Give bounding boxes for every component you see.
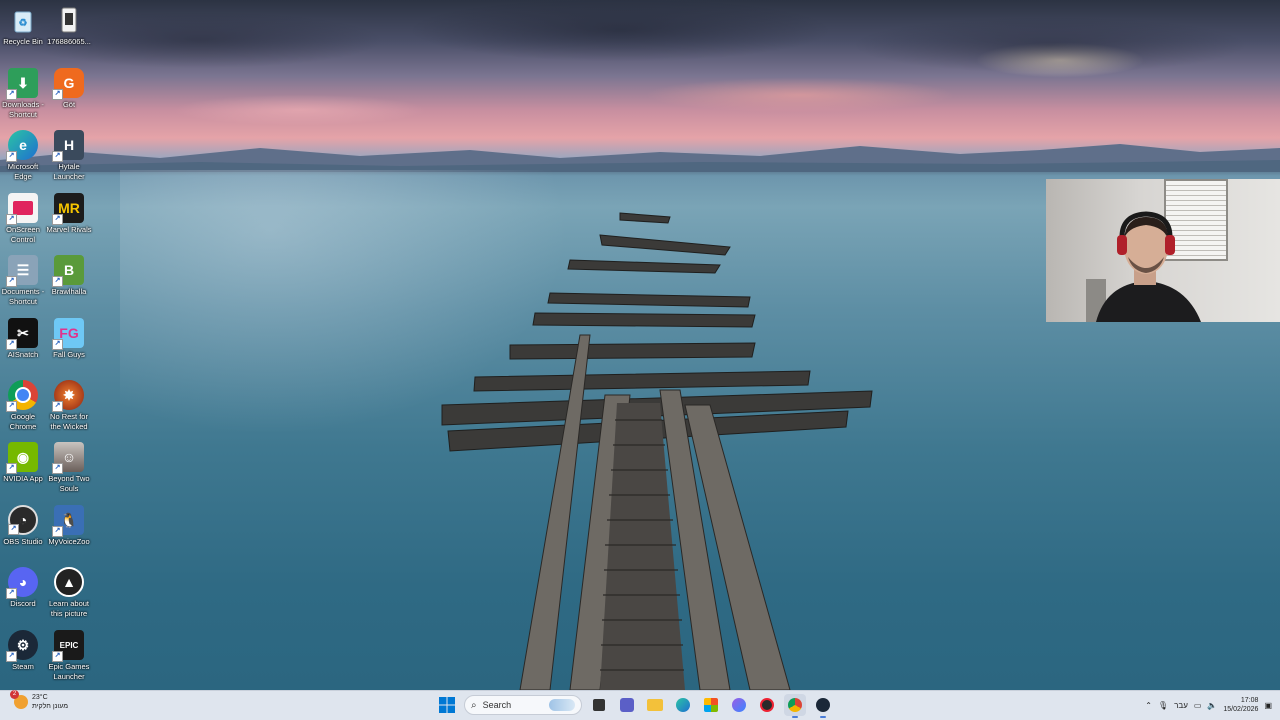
clock-time: 17:08: [1240, 697, 1259, 704]
onscreen-control-icon: ↗: [6, 193, 38, 225]
desktop-icon-edge[interactable]: e ↗ Microsoft Edge: [0, 130, 46, 181]
wooden-pier: [441, 212, 873, 690]
beyond-two-souls-icon: ☺ ↗: [52, 442, 84, 474]
volume-icon[interactable]: 🔈: [1207, 701, 1217, 710]
weather-temp: 23°C: [32, 694, 48, 701]
weather-widget[interactable]: 2 23°C מעונן חלקית: [10, 690, 69, 711]
chrome-icon: [788, 698, 802, 712]
search-highlight-icon: [549, 699, 575, 711]
desktop-icon-documents-shortcut[interactable]: ☰ ↗ Documents - Shortcut: [0, 255, 46, 306]
clock[interactable]: 17:08 15/02/2026: [1223, 696, 1258, 714]
file-explorer-icon: [647, 699, 663, 711]
network-icon[interactable]: ▭: [1194, 701, 1202, 710]
start-button[interactable]: [436, 694, 458, 716]
search-placeholder: Search: [482, 700, 512, 710]
edge-taskbar-button[interactable]: [672, 694, 694, 716]
brawlhalla-icon: B ↗: [52, 255, 84, 287]
desktop-icon-gdlauncher[interactable]: G ↗ Göt: [46, 68, 92, 110]
streamer-person: [1086, 211, 1201, 322]
desktop-icon-chrome[interactable]: ↗ Google Chrome: [0, 380, 46, 431]
messenger-icon: [732, 698, 746, 712]
documents-folder-icon: ☰ ↗: [6, 255, 38, 287]
desktop-icon-hytale[interactable]: H ↗ Hytale Launcher: [46, 130, 92, 181]
webcam-overlay: [1046, 179, 1280, 322]
learn-about-picture-icon: ▲: [54, 567, 84, 597]
epic-games-icon: EPIC ↗: [52, 630, 84, 662]
hytale-icon: H ↗: [52, 130, 84, 162]
microsoft-store-icon: [704, 698, 718, 712]
edge-icon: [676, 698, 690, 712]
steam-icon: [816, 698, 830, 712]
desktop-icon-no-rest-for-the-wicked[interactable]: ✸ ↗ No Rest for the Wicked: [46, 380, 92, 431]
desktop-icon-epic-games[interactable]: EPIC ↗ Epic Games Launcher: [46, 630, 92, 681]
chevron-up-icon[interactable]: ⌃: [1145, 701, 1152, 710]
fall-guys-icon: FG ↗: [52, 318, 84, 350]
obs-icon: ◔ ↗: [8, 505, 38, 535]
marvel-rivals-icon: MR ↗: [52, 193, 84, 225]
myvoicezoo-icon: 🐧 ↗: [52, 505, 84, 537]
weather-partly-cloudy-icon: 2: [10, 690, 28, 709]
task-view-icon: [593, 699, 605, 711]
davinci-icon: [760, 698, 774, 712]
desktop-icon-steam[interactable]: ⚙ ↗ Steam: [0, 630, 46, 672]
desktop-icon-obs[interactable]: ◔ ↗ OBS Studio: [0, 505, 46, 547]
clock-date: 15/02/2026: [1223, 706, 1259, 713]
gdlauncher-icon: G ↗: [52, 68, 84, 100]
desktop-icon-brawlhalla[interactable]: B ↗ Brawlhalla: [46, 255, 92, 297]
mountains: [0, 144, 1280, 172]
aisnatch-icon: ✂ ↗: [6, 318, 38, 350]
chrome-taskbar-button[interactable]: [784, 694, 806, 718]
steam-taskbar-button[interactable]: [812, 694, 834, 718]
desktop-wallpaper: [0, 0, 1280, 690]
notification-badge: 2: [10, 690, 19, 699]
davinci-button[interactable]: [756, 694, 778, 716]
desktop-icon-myvoicezoo[interactable]: 🐧 ↗ MyVoiceZoo: [46, 505, 92, 547]
search-icon: ⌕: [471, 699, 477, 711]
no-rest-for-the-wicked-icon: ✸ ↗: [52, 380, 84, 412]
desktop-icon-nvidia[interactable]: ◉ ↗ NVIDIA App: [0, 442, 46, 484]
file-explorer-button[interactable]: [644, 694, 666, 716]
desktop-icon-downloads-shortcut[interactable]: ⬇ ↗ Downloads - Shortcut: [0, 68, 46, 119]
microsoft-store-button[interactable]: [700, 694, 722, 716]
notifications-icon[interactable]: ▣: [1264, 701, 1272, 710]
desktop-icon-file[interactable]: 176886065...: [46, 5, 92, 47]
sky-clouds: [0, 0, 1280, 160]
taskbar-search-box[interactable]: ⌕ Search: [464, 695, 582, 715]
microphone-icon[interactable]: 🎙: [1158, 701, 1168, 710]
desktop-icon-discord[interactable]: ◕ ↗ Discord: [0, 567, 46, 609]
task-view-button[interactable]: [588, 694, 610, 716]
chrome-icon: ↗: [6, 380, 38, 412]
taskbar-pinned-apps: ⌕ Search: [436, 693, 834, 718]
downloads-folder-icon: ⬇ ↗: [6, 68, 38, 100]
desktop-icon-recycle-bin[interactable]: ♻ Recycle Bin: [0, 5, 46, 47]
desktop-icon-learn-about-picture[interactable]: ▲ Learn about this picture: [46, 567, 92, 618]
system-tray: ⌃ 🎙 עבר ▭ 🔈 17:08 15/02/2026 ▣: [1145, 693, 1280, 717]
nvidia-icon: ◉ ↗: [6, 442, 38, 474]
steam-icon: ⚙ ↗: [6, 630, 38, 662]
edge-icon: e ↗: [6, 130, 38, 162]
active-indicator: [792, 716, 798, 718]
weather-desc: מעונן חלקית: [32, 703, 69, 710]
windows-start-icon: [439, 697, 455, 713]
language-indicator[interactable]: עבר: [1174, 701, 1188, 710]
teams-button[interactable]: [616, 694, 638, 716]
desktop-icon-aisnatch[interactable]: ✂ ↗ AISnatch: [0, 318, 46, 360]
active-indicator: [820, 716, 826, 718]
desktop-icon-beyond-two-souls[interactable]: ☺ ↗ Beyond Two Souls: [46, 442, 92, 493]
desktop-icon-fall-guys[interactable]: FG ↗ Fall Guys: [46, 318, 92, 360]
svg-text:♻: ♻: [19, 18, 28, 29]
messenger-button[interactable]: [728, 694, 750, 716]
desktop-icon-onscreen-control[interactable]: ↗ OnScreen Control: [0, 193, 46, 244]
discord-icon: ◕ ↗: [6, 567, 38, 599]
recycle-bin-icon: ♻: [8, 5, 38, 35]
file-icon: [54, 5, 84, 35]
teams-icon: [620, 698, 634, 712]
desktop-icon-marvel-rivals[interactable]: MR ↗ Marvel Rivals: [46, 193, 92, 235]
